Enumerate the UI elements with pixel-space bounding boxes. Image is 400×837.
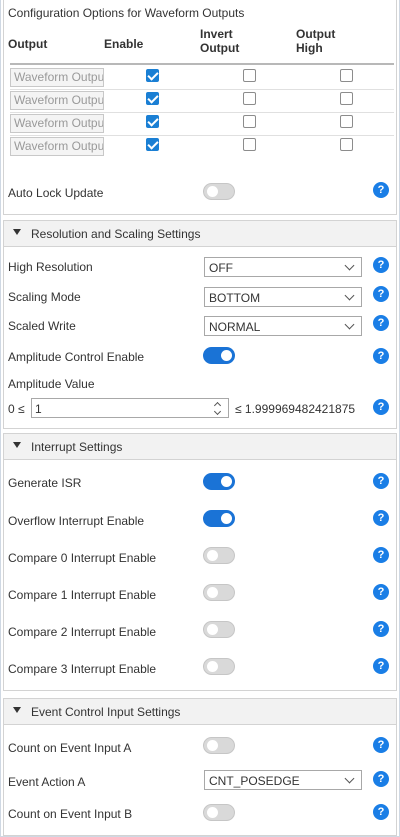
amplitude-control-enable-label: Amplitude Control Enable <box>8 350 145 364</box>
amplitude-value-label: Amplitude Value <box>8 377 95 391</box>
interrupt-section-header[interactable]: Interrupt Settings <box>4 434 396 460</box>
col-header-high-line1: Output <box>296 27 336 41</box>
row-divider <box>10 135 394 136</box>
amplitude-max-bound: ≤ 1.999969482421875 <box>235 402 356 416</box>
compare2-interrupt-label: Compare 2 Interrupt Enable <box>8 625 157 639</box>
event-action-a-label: Event Action A <box>8 775 86 789</box>
col-header-invert-line1: Invert <box>200 27 233 41</box>
collapse-triangle-icon <box>13 442 21 448</box>
chevron-down-icon <box>344 773 355 784</box>
output-high-checkbox[interactable] <box>340 115 353 128</box>
col-header-output: Output <box>8 37 48 51</box>
compare1-interrupt-toggle[interactable] <box>203 584 235 601</box>
event-control-section: Event Control Input Settings Count on Ev… <box>3 698 397 836</box>
waveform-outputs-section: Configuration Options for Waveform Outpu… <box>3 0 397 215</box>
help-icon[interactable]: ? <box>373 348 389 364</box>
high-resolution-value: OFF <box>209 261 233 275</box>
collapse-triangle-icon <box>13 229 21 235</box>
overflow-interrupt-toggle[interactable] <box>203 510 235 527</box>
row-divider <box>10 112 394 113</box>
help-icon[interactable]: ? <box>373 547 389 563</box>
col-header-enable: Enable <box>104 37 144 51</box>
help-icon[interactable]: ? <box>373 286 389 302</box>
help-icon[interactable]: ? <box>373 473 389 489</box>
help-icon[interactable]: ? <box>373 658 389 674</box>
help-icon[interactable]: ? <box>373 399 389 415</box>
scaling-mode-value: BOTTOM <box>209 291 261 305</box>
invert-output-checkbox[interactable] <box>243 69 256 82</box>
high-resolution-label: High Resolution <box>8 260 93 274</box>
col-header-invert-line2: Output <box>200 41 240 55</box>
event-section-header[interactable]: Event Control Input Settings <box>4 699 396 725</box>
number-spinner[interactable] <box>213 400 223 416</box>
waveform-output-name-field[interactable]: Waveform Outpu <box>10 91 104 110</box>
overflow-interrupt-label: Overflow Interrupt Enable <box>8 514 145 528</box>
collapse-triangle-icon <box>13 707 21 713</box>
col-header-invert-output: Invert Output <box>200 27 239 55</box>
output-high-checkbox[interactable] <box>340 69 353 82</box>
invert-output-checkbox[interactable] <box>243 115 256 128</box>
enable-checkbox[interactable] <box>146 69 159 82</box>
count-event-a-toggle[interactable] <box>203 737 235 754</box>
help-icon[interactable]: ? <box>373 315 389 331</box>
scaling-mode-label: Scaling Mode <box>8 290 81 304</box>
scaling-mode-select[interactable]: BOTTOM <box>204 287 362 307</box>
compare1-interrupt-label: Compare 1 Interrupt Enable <box>8 588 157 602</box>
event-section-title: Event Control Input Settings <box>31 705 181 719</box>
col-header-output-high: Output High <box>296 27 335 55</box>
compare2-interrupt-toggle[interactable] <box>203 621 235 638</box>
col-header-high-line2: High <box>296 41 323 55</box>
count-event-a-label: Count on Event Input A <box>8 741 132 755</box>
auto-lock-update-toggle[interactable] <box>203 183 235 200</box>
row-divider <box>10 89 394 90</box>
high-resolution-select[interactable]: OFF <box>204 257 362 277</box>
amplitude-value-text: 1 <box>35 402 42 416</box>
waveform-section-title: Configuration Options for Waveform Outpu… <box>8 6 245 20</box>
event-action-a-select[interactable]: CNT_POSEDGE <box>204 770 362 790</box>
output-high-checkbox[interactable] <box>340 92 353 105</box>
count-event-b-toggle[interactable] <box>203 804 235 821</box>
scaled-write-label: Scaled Write <box>8 319 76 333</box>
help-icon[interactable]: ? <box>373 182 389 198</box>
table-header-divider <box>10 63 394 65</box>
generate-isr-toggle[interactable] <box>203 473 235 490</box>
waveform-output-name-field[interactable]: Waveform Outpu <box>10 137 104 156</box>
resolution-section-header[interactable]: Resolution and Scaling Settings <box>4 221 396 247</box>
interrupt-settings-section: Interrupt Settings Generate ISR ? Overfl… <box>3 433 397 691</box>
amplitude-min-bound: 0 ≤ <box>8 402 25 416</box>
event-action-a-value: CNT_POSEDGE <box>209 774 300 788</box>
enable-checkbox[interactable] <box>146 115 159 128</box>
help-icon[interactable]: ? <box>373 737 389 753</box>
output-high-checkbox[interactable] <box>340 138 353 151</box>
help-icon[interactable]: ? <box>373 510 389 526</box>
count-event-b-label: Count on Event Input B <box>8 807 133 821</box>
compare0-interrupt-toggle[interactable] <box>203 547 235 564</box>
amplitude-value-input[interactable]: 1 <box>31 398 229 418</box>
help-icon[interactable]: ? <box>373 584 389 600</box>
scaled-write-select[interactable]: NORMAL <box>204 316 362 336</box>
invert-output-checkbox[interactable] <box>243 92 256 105</box>
compare3-interrupt-label: Compare 3 Interrupt Enable <box>8 662 157 676</box>
enable-checkbox[interactable] <box>146 92 159 105</box>
auto-lock-update-label: Auto Lock Update <box>8 186 104 200</box>
invert-output-checkbox[interactable] <box>243 138 256 151</box>
resolution-section-title: Resolution and Scaling Settings <box>31 227 201 241</box>
help-icon[interactable]: ? <box>373 804 389 820</box>
amplitude-control-enable-toggle[interactable] <box>203 347 235 364</box>
compare3-interrupt-toggle[interactable] <box>203 658 235 675</box>
chevron-down-icon <box>344 290 355 301</box>
scaled-write-value: NORMAL <box>209 320 261 334</box>
compare0-interrupt-label: Compare 0 Interrupt Enable <box>8 551 157 565</box>
help-icon[interactable]: ? <box>373 771 389 787</box>
chevron-down-icon <box>344 319 355 330</box>
help-icon[interactable]: ? <box>373 621 389 637</box>
waveform-output-name-field[interactable]: Waveform Outpu <box>10 114 104 133</box>
chevron-down-icon <box>344 260 355 271</box>
help-icon[interactable]: ? <box>373 257 389 273</box>
chevron-down-icon[interactable] <box>213 407 222 416</box>
generate-isr-label: Generate ISR <box>8 476 82 490</box>
enable-checkbox[interactable] <box>146 138 159 151</box>
interrupt-section-title: Interrupt Settings <box>31 440 123 454</box>
waveform-output-name-field[interactable]: Waveform Outpu <box>10 68 104 87</box>
